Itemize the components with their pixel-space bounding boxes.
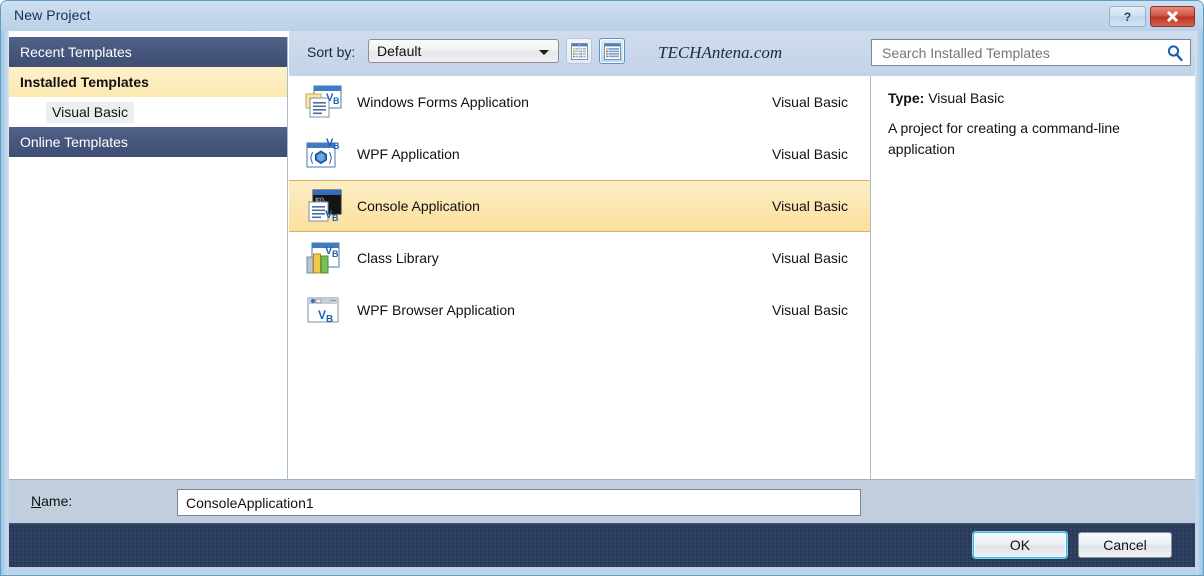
sort-by-label: Sort by: [307,44,356,60]
details-type-label: Type: [888,90,925,106]
template-row[interactable]: V B Class Library Visual Basic [289,232,870,284]
class-library-icon: V B [301,241,347,275]
content-area: Sort by: Default TECHAntena.com Search I… [289,31,1195,523]
medium-icons-view-button[interactable] [566,38,592,64]
dialog-body: Recent Templates Installed Templates Vis… [9,31,1195,567]
wpf-browser-icon: V B [301,293,347,327]
wpf-icon: ⟨ ⟩ V B [301,137,347,171]
project-name-input[interactable] [177,489,861,516]
template-language: Visual Basic [771,250,848,266]
close-icon [1166,11,1179,22]
cancel-button[interactable]: Cancel [1078,532,1172,558]
chevron-down-icon [539,50,549,55]
new-project-dialog: New Project ? Recent Templates Installed… [0,0,1204,576]
sidebar-item-label: Recent Templates [20,44,132,60]
templates-toolbar: Sort by: Default TECHAntena.com Search I… [289,31,1195,76]
question-mark-icon: ? [1123,9,1132,24]
details-type-value: Visual Basic [928,90,1005,106]
list-view-button[interactable] [599,38,625,64]
sidebar-item-recent-templates[interactable]: Recent Templates [9,37,287,67]
search-box[interactable] [871,39,1191,66]
ok-button[interactable]: OK [973,532,1067,558]
help-button[interactable]: ? [1109,6,1146,27]
svg-text:⟩: ⟩ [328,150,333,165]
list-view-icon [604,43,621,60]
window-title: New Project [14,7,91,23]
template-name: Class Library [357,250,439,266]
window-left-edge [1,1,8,575]
details-type-row: Type: Visual Basic [888,90,1179,106]
watermark-text: TECHAntena.com [658,43,783,62]
sort-by-value: Default [377,43,422,59]
template-row[interactable]: V B WPF Browser Application Visual Basic [289,284,870,336]
name-label: Name: [31,493,72,509]
template-language: Visual Basic [771,302,848,318]
name-label-rest: ame: [41,493,73,509]
template-row[interactable]: ⟨ ⟩ V B WPF Application Visual Basic [289,128,870,180]
svg-text:V: V [318,308,326,322]
dialog-footer: OK Cancel [9,523,1195,567]
template-row[interactable]: C:\ V B Console Application Visual Basic [289,180,870,232]
template-name: WPF Browser Application [357,302,515,318]
sidebar-item-visual-basic[interactable]: Visual Basic [9,97,287,127]
details-description: A project for creating a command-line ap… [888,120,1120,157]
template-language: Visual Basic [771,198,848,214]
window-right-edge [1196,1,1203,575]
template-details-panel: Type: Visual Basic A project for creatin… [872,76,1195,523]
template-name: Console Application [357,198,480,214]
console-icon: C:\ V B [301,189,347,223]
search-input[interactable] [880,44,1159,62]
svg-text:B: B [333,96,340,106]
name-bar: Name: [9,479,1195,523]
svg-text:B: B [333,141,340,151]
title-bar: New Project ? [1,1,1203,31]
cancel-button-label: Cancel [1103,537,1147,553]
name-accelerator: N [31,493,42,509]
svg-text:B: B [332,213,339,223]
sort-by-dropdown[interactable]: Default [368,39,559,63]
template-language: Visual Basic [771,94,848,110]
template-name: Windows Forms Application [357,94,529,110]
template-language: Visual Basic [771,146,848,162]
template-row[interactable]: V B Windows Forms Application Visual Bas… [289,76,870,128]
search-icon[interactable] [1166,44,1184,62]
sidebar-item-label: Online Templates [20,134,128,150]
template-name: WPF Application [357,146,460,162]
templates-sidebar: Recent Templates Installed Templates Vis… [9,37,288,523]
svg-text:B: B [326,314,333,325]
medium-icons-view-icon [571,43,588,60]
templates-list[interactable]: V B Windows Forms Application Visual Bas… [289,76,871,523]
svg-text:B: B [332,249,339,259]
close-button[interactable] [1150,6,1195,27]
sidebar-item-label: Installed Templates [20,74,149,90]
ok-button-label: OK [1009,537,1031,553]
sidebar-item-label: Visual Basic [46,101,135,123]
sidebar-item-installed-templates[interactable]: Installed Templates [9,67,287,97]
windows-forms-icon: V B [301,85,347,119]
sidebar-item-online-templates[interactable]: Online Templates [9,127,287,157]
svg-text:⟨: ⟨ [309,150,314,165]
